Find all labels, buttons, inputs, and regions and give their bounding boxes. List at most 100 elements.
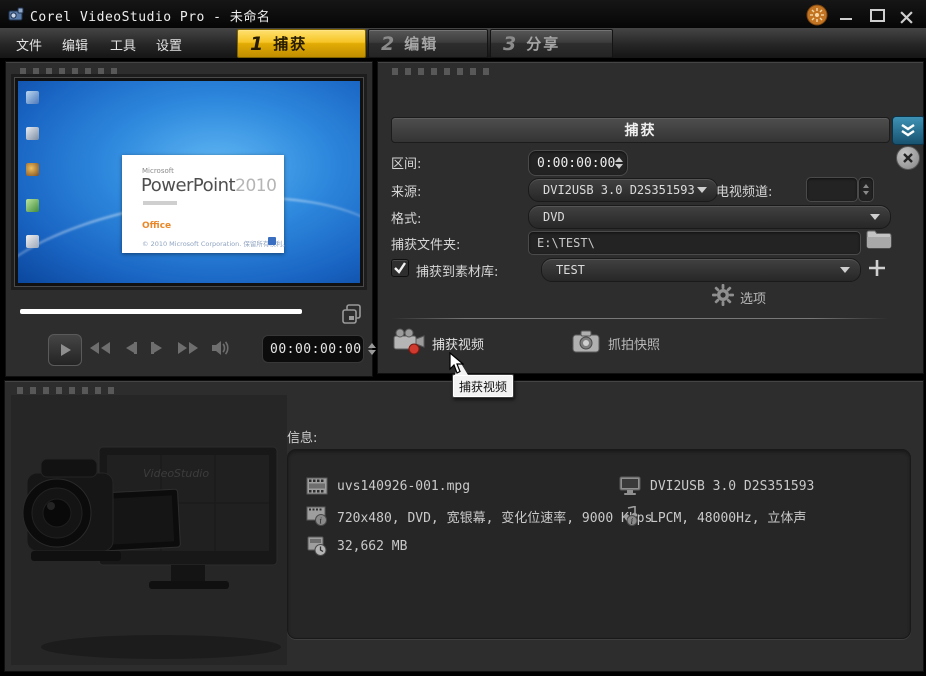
divider (391, 318, 888, 319)
splash-corner-icon (268, 237, 276, 245)
tv-channel-label: 电视频道: (716, 181, 772, 200)
preview-screen[interactable]: Microsoft PowerPoint2010 Office © 2010 M… (18, 81, 360, 283)
rewind-button[interactable] (86, 334, 114, 362)
add-library-icon[interactable] (866, 257, 888, 279)
timecode-value: 00:00:00:00 (270, 342, 362, 357)
desktop-icon (26, 127, 39, 140)
tv-channel-spinner[interactable] (858, 177, 874, 202)
tab-share[interactable]: 3 分享 (490, 29, 613, 58)
timecode-spinner[interactable] (368, 343, 376, 355)
collapse-panel-button[interactable] (892, 116, 924, 145)
app-icon (8, 6, 25, 22)
menu-file[interactable]: 文件 (16, 35, 42, 54)
audio-info-icon: i (619, 506, 641, 526)
splash-product: PowerPoint2010 (141, 175, 276, 196)
play-button[interactable] (48, 334, 82, 366)
timecode-display[interactable]: 00:00:00:00 (262, 335, 364, 363)
format-dropdown[interactable]: DVD (528, 205, 891, 229)
info-device: DVI2USB 3.0 D2S351593 (650, 479, 814, 494)
tab-edit-number: 2 (381, 33, 394, 55)
library-dropdown[interactable]: TEST (541, 258, 861, 282)
chevron-down-icon (870, 214, 880, 220)
duration-label: 区间: (391, 153, 421, 172)
desktop-icon (26, 235, 39, 248)
tab-share-label: 分享 (526, 33, 560, 54)
capture-video-icon[interactable] (392, 328, 426, 356)
maximize-button[interactable] (870, 9, 886, 21)
info-audio-row: i LPCM, 48000Hz, 立体声 (619, 506, 806, 526)
capture-header-title: 捕获 (625, 120, 657, 140)
capture-folder-label: 捕获文件夹: (391, 234, 460, 253)
capture-folder-input[interactable]: E:\TEST\ (528, 231, 861, 255)
filmstrip-icon (306, 476, 328, 496)
info-audio: LPCM, 48000Hz, 立体声 (650, 507, 806, 526)
source-label: 来源: (391, 181, 421, 200)
tab-edit-label: 编辑 (404, 33, 438, 54)
powerpoint-splash: Microsoft PowerPoint2010 Office © 2010 M… (122, 155, 284, 253)
capture-video-button[interactable]: 捕获视频 (432, 334, 484, 353)
monitor-icon (619, 476, 641, 496)
splash-subtext-bar (143, 201, 177, 205)
tab-capture-number: 1 (250, 33, 263, 55)
mouse-cursor (449, 352, 464, 374)
svg-text:i: i (631, 517, 634, 526)
tab-share-number: 3 (503, 33, 516, 55)
next-frame-button[interactable] (144, 334, 172, 362)
title-bar: Corel VideoStudio Pro - 未命名 (0, 0, 926, 28)
film-sprockets (20, 68, 120, 75)
svg-text:i: i (319, 517, 322, 526)
options-button[interactable]: 选项 (740, 288, 766, 307)
desktop-icon (26, 199, 39, 212)
preview-panel: Microsoft PowerPoint2010 Office © 2010 M… (5, 61, 373, 377)
info-device-row: DVI2USB 3.0 D2S351593 (619, 476, 814, 496)
splash-brand: Microsoft (142, 167, 174, 175)
close-panel-button[interactable] (896, 146, 920, 170)
capture-to-library-checkbox[interactable] (391, 259, 409, 277)
tab-capture[interactable]: 1 捕获 (237, 29, 366, 58)
film-sprockets (17, 387, 117, 394)
format-value: DVD (543, 210, 870, 224)
info-section-label: 信息: (287, 427, 317, 446)
enlarge-preview-icon[interactable] (340, 302, 364, 326)
camcorder-promo-image: VideoStudio (11, 395, 287, 665)
close-window-button[interactable] (900, 9, 916, 21)
splash-edition: 2010 (235, 176, 276, 196)
desktop-icon (26, 163, 39, 176)
gear-icon[interactable] (712, 284, 734, 306)
info-panel: VideoStudio 信息: (4, 380, 924, 672)
duration-spinner[interactable]: 0:00:00:00 (528, 150, 628, 176)
menu-tools[interactable]: 工具 (110, 35, 136, 54)
chevron-down-icon (697, 187, 707, 193)
tv-channel-input[interactable] (806, 177, 858, 202)
preview-monitor: Microsoft PowerPoint2010 Office © 2010 M… (14, 77, 364, 287)
menu-edit[interactable]: 编辑 (62, 35, 88, 54)
video-info-icon: i (306, 506, 328, 526)
capture-header: 捕获 (391, 117, 890, 143)
menu-settings[interactable]: 设置 (156, 35, 182, 54)
promo-screen-text: VideoStudio (143, 467, 209, 480)
browse-folder-icon[interactable] (865, 227, 892, 251)
snapshot-icon[interactable] (572, 330, 600, 354)
update-badge-icon[interactable] (806, 4, 828, 26)
capture-folder-value: E:\TEST\ (537, 236, 595, 250)
splash-office-logo: Office (142, 221, 171, 231)
capture-to-library-label: 捕获到素材库: (416, 261, 498, 280)
info-box: uvs140926-001.mpg i 720x480, DVD, 宽银幕, 变… (287, 449, 911, 639)
duration-value: 0:00:00:00 (537, 156, 615, 171)
fast-forward-button[interactable] (174, 334, 202, 362)
snapshot-button[interactable]: 抓拍快照 (608, 334, 660, 353)
tab-edit[interactable]: 2 编辑 (368, 29, 488, 58)
tab-capture-label: 捕获 (273, 33, 307, 54)
source-dropdown[interactable]: DVI2USB 3.0 D2S351593 (528, 178, 718, 202)
scrub-bar[interactable] (20, 309, 302, 314)
window-title: Corel VideoStudio Pro - 未命名 (30, 6, 270, 25)
splash-copyright: © 2010 Microsoft Corporation. 保留所有权利。 (142, 238, 289, 248)
disk-size-icon (306, 536, 328, 556)
tooltip-text: 捕获视频 (459, 378, 507, 395)
volume-icon[interactable] (206, 334, 234, 362)
chevron-down-icon (840, 267, 850, 273)
previous-frame-button[interactable] (116, 334, 144, 362)
info-filename-row: uvs140926-001.mpg (306, 476, 470, 496)
minimize-button[interactable] (840, 9, 856, 21)
menu-bar: 文件 编辑 工具 设置 1 捕获 2 编辑 3 分享 (0, 28, 926, 60)
